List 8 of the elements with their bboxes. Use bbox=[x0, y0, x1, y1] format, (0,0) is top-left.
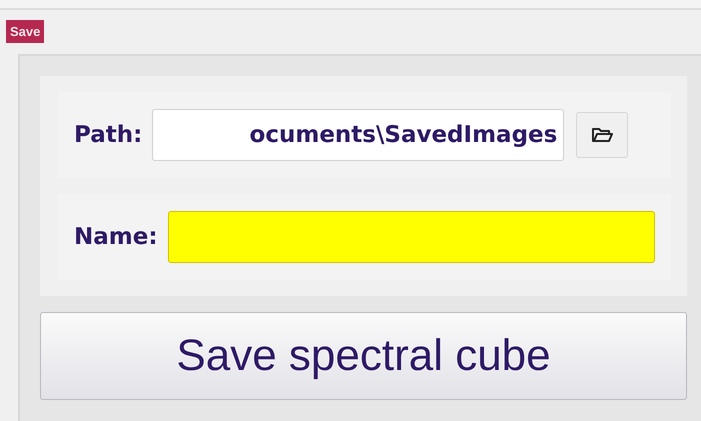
name-label: Name: bbox=[74, 224, 158, 250]
save-badge: Save bbox=[6, 20, 44, 43]
path-field[interactable]: ocuments\SavedImages bbox=[152, 109, 564, 161]
save-spectral-cube-button[interactable]: Save spectral cube bbox=[40, 312, 687, 400]
folder-icon bbox=[591, 127, 614, 143]
path-label: Path: bbox=[74, 122, 142, 148]
name-field[interactable] bbox=[168, 211, 655, 263]
browse-button[interactable] bbox=[576, 112, 628, 158]
